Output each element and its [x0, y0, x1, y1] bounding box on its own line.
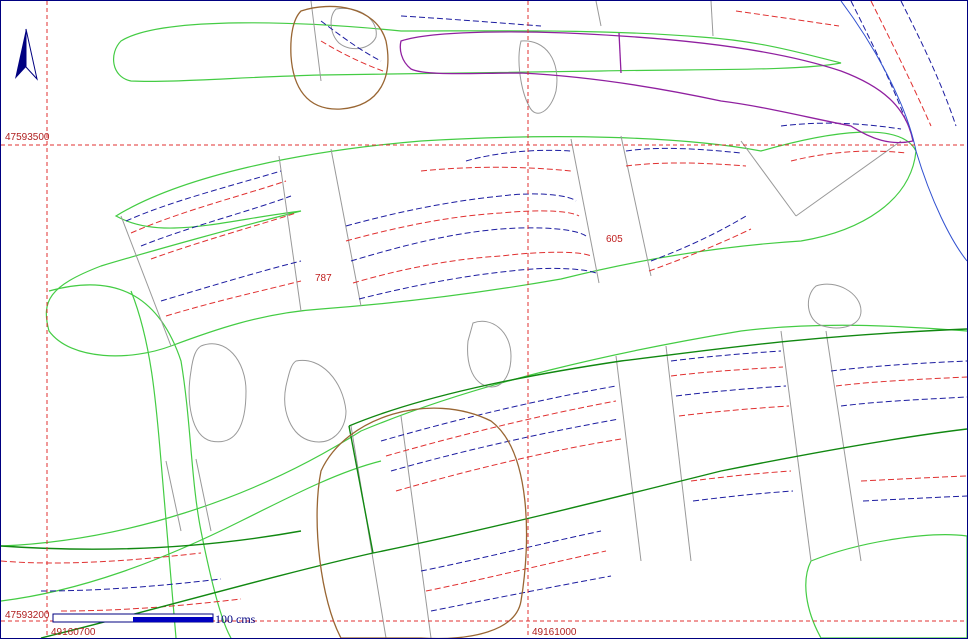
terrace-column-4	[570, 138, 600, 284]
contour-line	[420, 166, 572, 172]
north-arrow-icon	[15, 28, 38, 81]
enclosure-divider	[618, 32, 622, 74]
parcel-label[interactable]: 787	[315, 273, 332, 284]
contour-line	[160, 260, 302, 302]
contour-line	[165, 280, 302, 317]
contour-line	[862, 495, 967, 502]
road-layer	[1, 328, 967, 638]
contour-line	[320, 40, 384, 72]
contour-line	[625, 162, 747, 167]
contour-line	[670, 366, 784, 377]
scale-bar-label: 100 cms	[215, 612, 256, 626]
contour-line	[690, 470, 792, 482]
contour-line	[692, 490, 794, 502]
terrace-left-1	[165, 460, 182, 532]
coordinate-grid: 47593500 47593200 49160700 49161000	[1, 1, 967, 638]
terrace-left-2	[195, 458, 212, 532]
terrace-lower-2	[400, 415, 432, 638]
outcrop-layer	[120, 1, 902, 638]
contour-layer	[1, 1, 967, 612]
vegetation-right-patch	[805, 534, 967, 638]
road-crossing	[348, 425, 374, 554]
contour-line	[675, 385, 787, 397]
terrace-column-1	[120, 215, 172, 347]
contour-line	[425, 550, 607, 592]
contour-line	[678, 405, 790, 417]
terrace-lower-5	[780, 330, 812, 562]
terrace-top-2	[595, 1, 602, 27]
contour-line	[352, 251, 592, 284]
scale-bar-fill	[133, 617, 213, 622]
contour-line	[395, 438, 622, 492]
map-viewport[interactable]: 47593500 47593200 49160700 49161000 787 …	[0, 0, 968, 639]
contour-line	[380, 385, 617, 442]
contour-line	[140, 195, 292, 247]
contour-line	[850, 1, 907, 122]
vegetation-lower-band	[1, 324, 967, 547]
northing-label: 47593200	[5, 610, 50, 621]
outcrop-5	[518, 40, 558, 114]
contour-line	[830, 360, 967, 372]
contour-line	[465, 149, 572, 162]
enclosure-boundary	[399, 31, 914, 144]
contour-line	[835, 376, 967, 387]
outcrop-3	[467, 320, 512, 388]
terrace-column-5	[620, 135, 652, 277]
outcrop-2	[284, 359, 347, 443]
contour-line	[735, 10, 840, 27]
vegetation-bottom-left	[1, 460, 382, 602]
contour-line	[40, 578, 222, 592]
vegetation-middle-band	[45, 131, 917, 357]
contour-line	[345, 210, 580, 242]
map-canvas[interactable]: 47593500 47593200 49160700 49161000 787 …	[1, 1, 967, 638]
road-secondary	[1, 530, 302, 550]
contour-line	[400, 15, 542, 27]
contour-line	[345, 193, 577, 227]
terrace-top-3	[710, 1, 714, 37]
boundary-oval-bottom	[316, 407, 528, 638]
northing-label: 47593500	[5, 132, 50, 143]
road-edge-lower	[40, 428, 967, 638]
scale-bar: 100 cms	[52, 612, 256, 626]
contour-line	[900, 1, 957, 127]
terrace-top-1	[310, 1, 322, 82]
parcel-label[interactable]: 605	[606, 234, 623, 245]
contour-line	[358, 267, 597, 300]
contour-line	[860, 475, 967, 482]
contour-line	[650, 215, 747, 262]
terrace-column-2	[278, 155, 302, 312]
vegetation-top-strip	[113, 22, 842, 83]
road-edge-upper	[348, 328, 967, 427]
outcrop-4	[807, 283, 862, 329]
contour-line	[430, 575, 612, 612]
contour-line	[350, 227, 587, 262]
contour-line	[648, 228, 752, 272]
easting-label: 49161000	[532, 627, 577, 638]
terrace-lower-4	[665, 345, 692, 562]
terrace-column-6	[740, 140, 797, 217]
vegetation-layer	[1, 22, 967, 638]
contour-line	[625, 147, 742, 154]
contour-line	[150, 212, 297, 260]
vegetation-lower-left	[48, 284, 232, 638]
enclosure-layer	[399, 31, 914, 144]
boundary-layer	[290, 5, 528, 638]
easting-label: 49160700	[51, 627, 96, 638]
contour-line	[790, 150, 907, 162]
terrace-lower-3	[615, 355, 642, 562]
contour-line	[840, 396, 967, 407]
contour-line	[1, 552, 202, 564]
outcrop-1	[188, 343, 247, 443]
